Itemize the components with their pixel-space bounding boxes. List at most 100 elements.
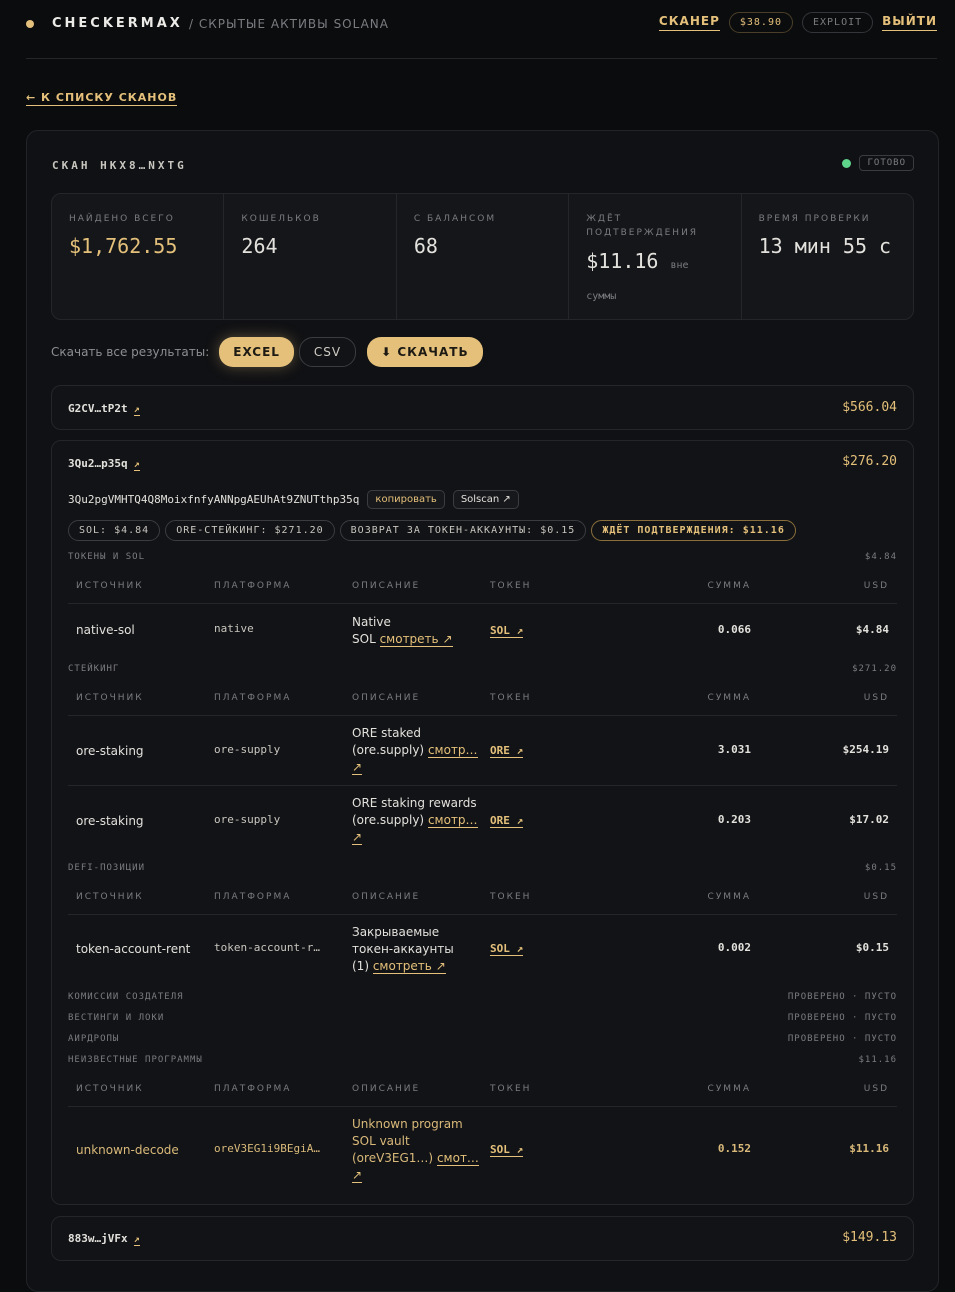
logout-link[interactable]: ВЫЙТИ — [882, 14, 937, 31]
balance-badge[interactable]: $38.90 — [728, 12, 793, 33]
wallet-sum: $566.04 — [842, 400, 897, 415]
th-platform: ПЛАТФОРМА — [214, 892, 292, 902]
th-platform: ПЛАТФОРМА — [214, 1084, 292, 1094]
view-link-arrow[interactable]: ↗ — [352, 830, 363, 845]
section-vesting: ВЕСТИНГИ И ЛОКИ ПРОВЕРЕНО · ПУСТО — [68, 1013, 897, 1027]
th-usd: USD — [863, 892, 889, 902]
status-badge: ГОТОВО — [859, 155, 914, 171]
table-row: unknown-decode oreV3EG1i9BEgiA… Unknown … — [68, 1106, 897, 1196]
csv-button[interactable]: CSV — [298, 337, 357, 367]
cell-platform: token-account-r… — [214, 941, 320, 954]
chip-ore-staking: ORE-СТЕЙКИНГ: $271.20 — [165, 520, 335, 541]
th-platform: ПЛАТФОРМА — [214, 581, 292, 591]
th-token: ТОКЕН — [490, 1084, 532, 1094]
token-link[interactable]: SOL ↗ — [490, 1143, 524, 1157]
cell-usd: $11.16 — [849, 1142, 889, 1155]
section-name: АИРДРОПЫ — [68, 1034, 120, 1044]
brand-logo[interactable]: CHECKERMAX — [52, 16, 183, 31]
wallet-row[interactable]: G2CV…tP2t ↗ $566.04 — [51, 385, 914, 430]
wallet-expanded: 3Qu2…p35q ↗ $276.20 3Qu2pgVMHTQ4Q8Moixfnf… — [51, 440, 914, 1205]
stat-label: ВРЕМЯ ПРОВЕРКИ — [758, 214, 871, 224]
download-button[interactable]: ⬇ СКАЧАТЬ — [367, 337, 483, 367]
th-description: ОПИСАНИЕ — [352, 581, 421, 591]
table-row: ore-staking ore-supply ORE staked (ore.su… — [68, 715, 897, 786]
back-to-scans-link[interactable]: ← К СПИСКУ СКАНОВ — [26, 91, 178, 106]
wallet-sum: $276.20 — [842, 454, 897, 469]
external-link-icon[interactable]: ↗ — [133, 404, 140, 416]
view-link[interactable]: смотр… — [427, 813, 478, 828]
exploit-button[interactable]: EXPLOIT — [801, 12, 874, 33]
cell-amount: 3.031 — [717, 743, 751, 756]
th-usd: USD — [863, 1084, 889, 1094]
cell-usd: $4.84 — [855, 623, 889, 636]
cell-amount: 0.152 — [717, 1142, 751, 1155]
chip-pending: ЖДЁТ ПОДТВЕРЖДЕНИЯ: $11.16 — [591, 520, 796, 541]
top-nav: СКАНЕР $38.90 EXPLOIT ВЫЙТИ — [658, 12, 937, 33]
view-link[interactable]: смотреть ↗ — [379, 632, 453, 647]
section-unknown-programs: НЕИЗВЕСТНЫЕ ПРОГРАММЫ $11.16 — [68, 1055, 897, 1069]
section-name: ВЕСТИНГИ И ЛОКИ — [68, 1013, 165, 1023]
stat-value: $11.16 вне суммы — [586, 248, 721, 310]
cell-usd: $17.02 — [849, 813, 889, 826]
stat-with-balance: С БАЛАНСОМ 68 — [397, 194, 570, 319]
stat-label: НАЙДЕНО ВСЕГО — [69, 214, 175, 224]
wallet-address[interactable]: G2CV…tP2t ↗ — [68, 402, 140, 416]
wallet-address[interactable]: 3Qu2…p35q ↗ — [68, 457, 140, 471]
token-link[interactable]: SOL ↗ — [490, 942, 524, 956]
th-amount: СУММА — [707, 581, 751, 591]
stat-value: 68 — [413, 234, 438, 258]
nav-scanner-link[interactable]: СКАНЕР — [658, 14, 720, 31]
th-amount: СУММА — [707, 693, 751, 703]
solscan-button[interactable]: Solscan ↗ — [452, 490, 519, 509]
token-link[interactable]: ORE ↗ — [490, 814, 524, 828]
desc-line: ORE staking rewards — [352, 796, 477, 810]
section-tokens: ТОКЕНЫ И SOL $4.84 — [68, 552, 897, 566]
view-link-arrow[interactable]: ↗ — [352, 760, 363, 775]
section-name: ТОКЕНЫ И SOL — [68, 552, 146, 562]
wallet-address[interactable]: 883w…jVFx ↗ — [68, 1232, 140, 1246]
section-defi: DEFI-ПОЗИЦИИ $0.15 — [68, 863, 897, 877]
cell-amount: 0.002 — [717, 941, 751, 954]
cell-source: native-sol — [76, 623, 135, 637]
table-header: ИСТОЧНИК ПЛАТФОРМА ОПИСАНИЕ ТОКЕН СУММА … — [68, 573, 897, 604]
cell-platform: ore-supply — [214, 743, 281, 756]
stat-pending: ЖДЁТ ПОДТВЕРЖДЕНИЯ $11.16 вне суммы — [569, 194, 742, 319]
cell-source: token-account-rent — [76, 942, 191, 956]
section-value: $11.16 — [858, 1055, 897, 1065]
desc-line: (oreV3EG1…) — [352, 1151, 434, 1165]
wallet-address-text: 883w…jVFx — [68, 1232, 128, 1245]
download-row: Скачать все результаты: EXCEL CSV ⬇ СКАЧ… — [51, 337, 488, 367]
table-header: ИСТОЧНИК ПЛАТФОРМА ОПИСАНИЕ ТОКЕН СУММА … — [68, 1076, 897, 1107]
wallet-address-text: 3Qu2…p35q — [68, 457, 128, 470]
token-link[interactable]: SOL ↗ — [490, 624, 524, 638]
cell-description: Закрываемые токен-аккаунты (1) смотреть ↗ — [352, 924, 482, 975]
external-link-icon[interactable]: ↗ — [133, 459, 140, 471]
brand-subtitle: / СКРЫТЫЕ АКТИВЫ SOLANA — [189, 17, 389, 31]
summary-chips: SOL: $4.84 ORE-СТЕЙКИНГ: $271.20 ВОЗВРАТ… — [68, 520, 796, 541]
table-row: token-account-rent token-account-r… Закр… — [68, 914, 897, 984]
view-link[interactable]: смотреть ↗ — [372, 959, 446, 974]
wallet-address-text: G2CV…tP2t — [68, 402, 128, 415]
section-value: ПРОВЕРЕНО · ПУСТО — [787, 1034, 897, 1044]
th-amount: СУММА — [707, 892, 751, 902]
th-description: ОПИСАНИЕ — [352, 693, 421, 703]
top-bar: CHECKERMAX / СКРЫТЫЕ АКТИВЫ SOLANA СКАНЕ… — [26, 0, 937, 59]
view-link-arrow[interactable]: ↗ — [352, 1168, 363, 1183]
copy-button[interactable]: копировать — [367, 490, 445, 509]
th-source: ИСТОЧНИК — [76, 892, 144, 902]
desc-line: (1) — [352, 959, 369, 973]
token-link[interactable]: ORE ↗ — [490, 744, 524, 758]
stat-duration: ВРЕМЯ ПРОВЕРКИ 13 мин 55 с — [742, 194, 913, 319]
th-description: ОПИСАНИЕ — [352, 892, 421, 902]
view-link[interactable]: смот… — [436, 1151, 479, 1166]
stat-pending-value: $11.16 — [586, 249, 659, 273]
th-source: ИСТОЧНИК — [76, 581, 144, 591]
wallet-row[interactable]: 883w…jVFx ↗ $149.13 — [51, 1216, 914, 1261]
excel-button[interactable]: EXCEL — [219, 337, 294, 367]
section-staking: СТЕЙКИНГ $271.20 — [68, 664, 897, 678]
stat-total: НАЙДЕНО ВСЕГО $1,762.55 — [52, 194, 225, 319]
section-name: СТЕЙКИНГ — [68, 664, 120, 674]
view-link[interactable]: смотр… — [427, 743, 478, 758]
stat-label: ЖДЁТ ПОДТВЕРЖДЕНИЯ — [586, 214, 699, 238]
external-link-icon[interactable]: ↗ — [133, 1234, 140, 1246]
